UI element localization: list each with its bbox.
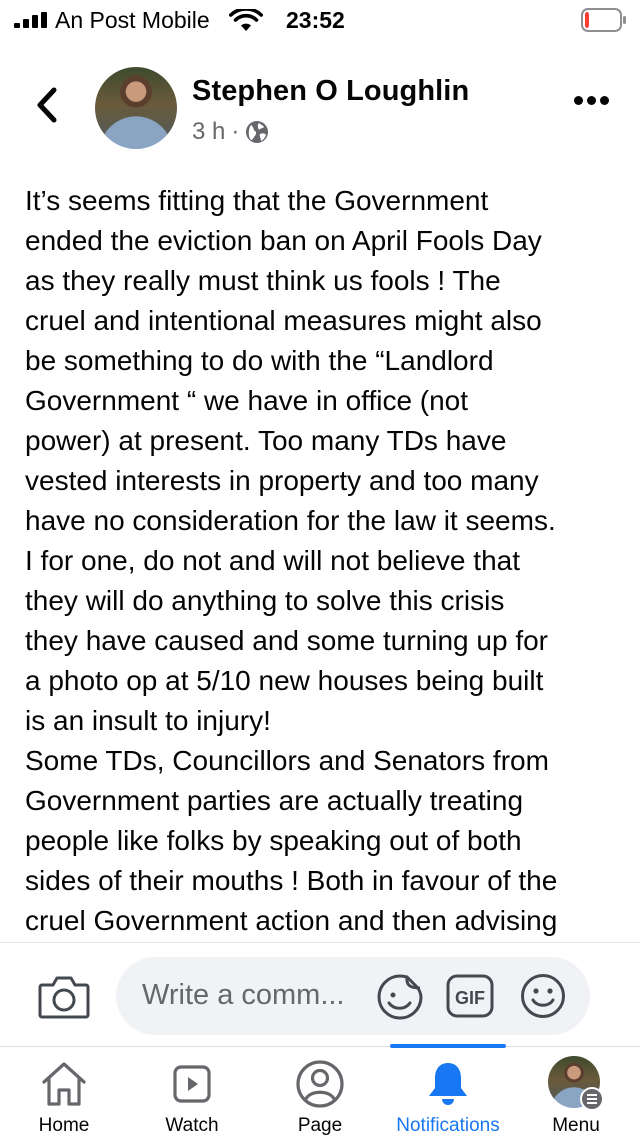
post-header: Stephen O Loughlin 3 h · [0,50,640,160]
post-body: It’s seems fitting that the Government e… [25,185,558,936]
tab-notifications-label: Notifications [396,1115,500,1136]
post-meta: 3 h · [192,117,269,147]
comment-input[interactable]: Write a comm... GIF [116,957,590,1035]
page-icon [296,1060,344,1108]
status-bar: An Post Mobile 23:52 [0,0,640,40]
wifi-icon [229,9,263,31]
meta-separator: · [231,118,240,145]
emoji-icon[interactable] [520,973,566,1019]
author-name[interactable]: Stephen O Loughlin [192,75,469,108]
clock: 23:52 [286,7,345,33]
tab-home[interactable]: Home [0,1047,128,1136]
post-time[interactable]: 3 h [192,118,225,146]
tab-watch[interactable]: Watch [128,1047,256,1136]
gif-label: GIF [455,988,485,1008]
tab-bar: Home Watch Page Notifications Menu [0,1044,640,1136]
sticker-icon[interactable] [376,973,424,1021]
globe-icon [246,121,269,143]
back-button[interactable] [30,85,64,125]
comment-bar: Write a comm... GIF [0,942,640,1046]
menu-icon [580,1087,604,1111]
tab-watch-label: Watch [165,1115,219,1136]
tab-home-label: Home [38,1115,90,1136]
author-avatar[interactable] [95,67,177,149]
tab-page-label: Page [297,1115,343,1136]
tab-menu-label: Menu [552,1115,600,1136]
carrier-name: An Post Mobile [55,7,210,33]
comment-placeholder: Write a comm... [142,979,345,1011]
signal-icon [14,12,48,28]
battery-icon [581,8,626,32]
bell-icon [429,1063,467,1105]
watch-icon [173,1065,211,1103]
tab-notifications[interactable]: Notifications [384,1047,512,1136]
home-icon [42,1062,86,1106]
more-options-button[interactable] [574,96,610,108]
camera-icon[interactable] [38,973,90,1019]
tab-page[interactable]: Page [256,1047,384,1136]
gif-icon[interactable]: GIF [446,974,494,1018]
